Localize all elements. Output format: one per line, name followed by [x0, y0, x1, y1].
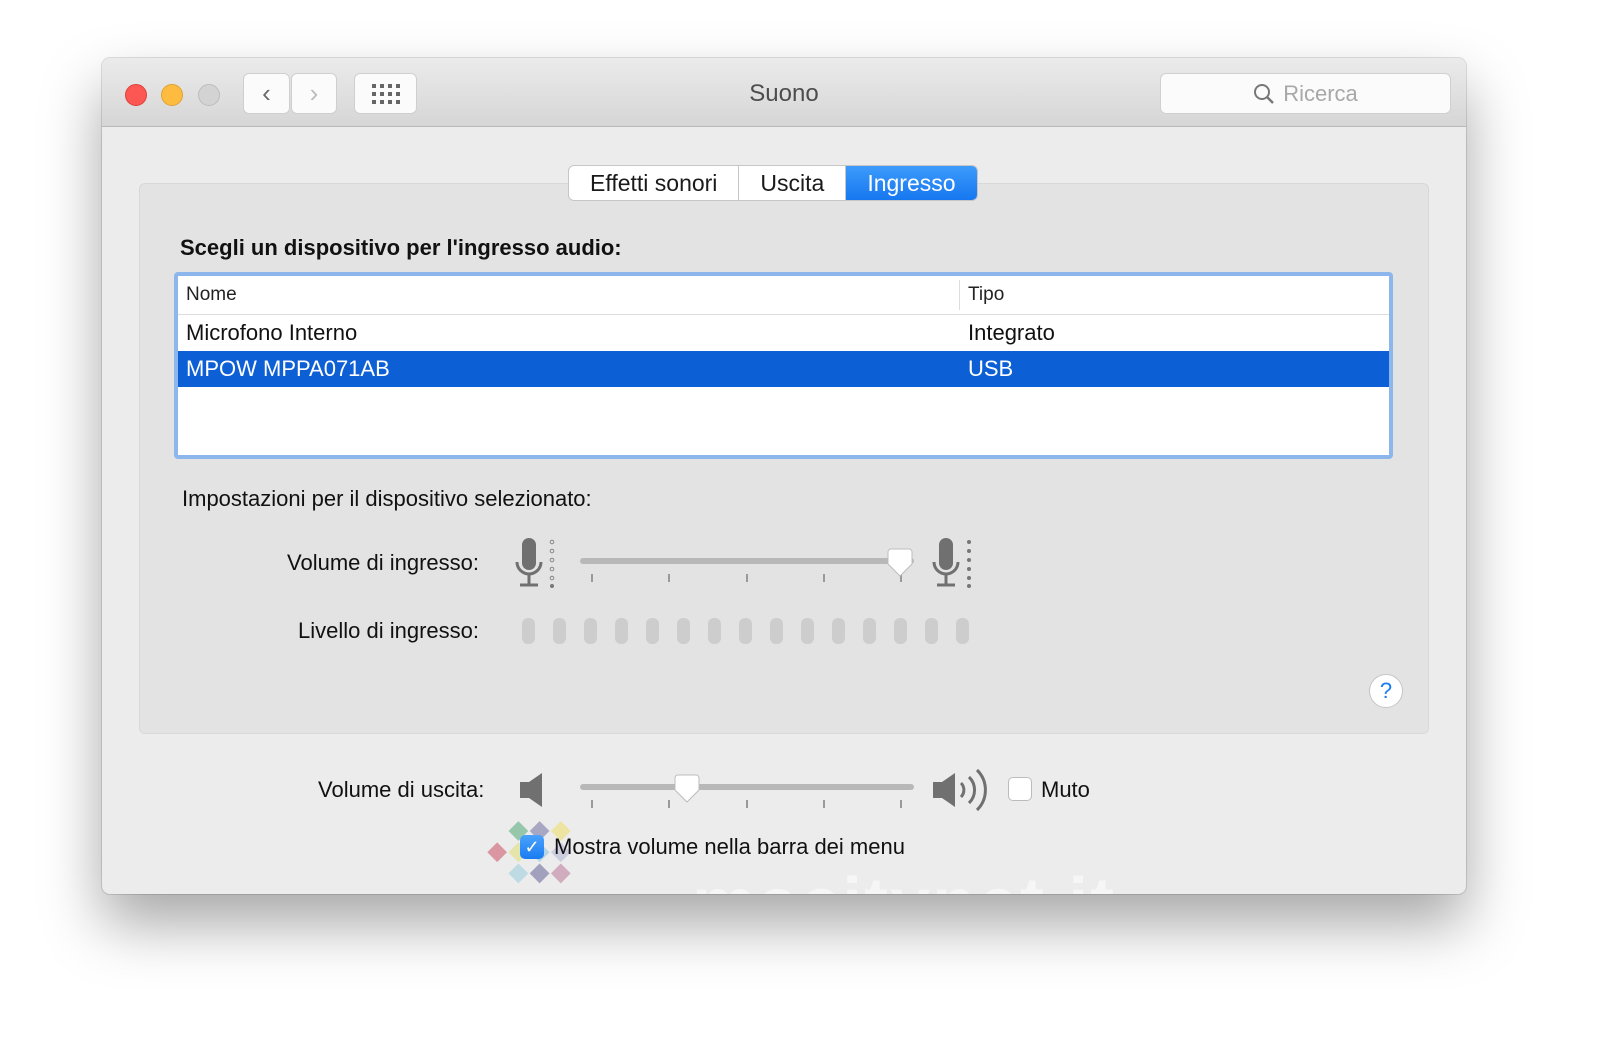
search-placeholder: Ricerca	[1283, 80, 1358, 106]
show-volume-checkbox[interactable]: ✓	[520, 835, 544, 859]
search-icon	[1254, 83, 1275, 104]
level-segment	[615, 618, 628, 644]
slider-tick	[745, 800, 748, 808]
level-segment	[584, 618, 597, 644]
level-segment	[646, 618, 659, 644]
help-button[interactable]: ?	[1369, 674, 1403, 708]
device-type: Integrato	[968, 320, 1055, 345]
mute-checkbox[interactable]	[1008, 777, 1032, 801]
title-bar: ‹ › Suono Ricerca	[102, 58, 1466, 127]
search-field[interactable]: Ricerca	[1160, 73, 1451, 114]
slider-tick	[745, 574, 748, 582]
tab-effetti-sonori[interactable]: Effetti sonori	[569, 166, 740, 200]
column-header-nome[interactable]: Nome	[178, 280, 960, 310]
microphone-low-icon	[515, 538, 555, 588]
level-segment	[801, 618, 814, 644]
watermark-text: macitynet.it	[692, 863, 1116, 894]
table-header: Nome Tipo	[178, 276, 1389, 315]
table-row-selected[interactable]: MPOW MPPA071AB USB	[178, 351, 1389, 387]
slider-tick	[668, 800, 671, 808]
level-segment	[770, 618, 783, 644]
device-heading: Scegli un dispositivo per l'ingresso aud…	[180, 235, 622, 260]
level-segment	[553, 618, 566, 644]
output-volume-label: Volume di uscita:	[318, 777, 485, 802]
speaker-high-icon	[933, 768, 987, 812]
slider-thumb[interactable]	[886, 548, 914, 578]
tab-ingresso[interactable]: Ingresso	[846, 166, 977, 200]
level-segment	[708, 618, 721, 644]
show-volume-label: Mostra volume nella barra dei menu	[554, 834, 905, 859]
level-segment	[925, 618, 938, 644]
slider-tick	[822, 574, 825, 582]
slider-tick	[822, 800, 825, 808]
column-header-tipo[interactable]: Tipo	[960, 284, 1004, 306]
level-segment	[677, 618, 690, 644]
slider-thumb[interactable]	[673, 774, 701, 804]
mute-label: Muto	[1041, 777, 1090, 802]
level-segment	[894, 618, 907, 644]
sound-preferences-window: ‹ › Suono Ricerca Effetti sonori Uscita …	[102, 58, 1466, 894]
device-table[interactable]: Nome Tipo Microfono Interno Integrato MP…	[174, 272, 1393, 459]
level-segment	[832, 618, 845, 644]
settings-heading: Impostazioni per il dispositivo selezion…	[182, 486, 592, 511]
level-segment	[522, 618, 535, 644]
slider-tick	[591, 800, 593, 808]
device-name: Microfono Interno	[186, 320, 358, 345]
level-segment	[863, 618, 876, 644]
slider-tick	[900, 800, 902, 808]
device-name: MPOW MPPA071AB	[186, 356, 390, 381]
slider-tick	[668, 574, 671, 582]
microphone-high-icon	[932, 538, 971, 588]
checkmark-icon: ✓	[524, 836, 540, 857]
input-volume-label: Volume di ingresso:	[287, 550, 479, 575]
tab-bar: Effetti sonori Uscita Ingresso	[568, 165, 978, 201]
input-level-label: Livello di ingresso:	[298, 618, 479, 643]
tab-uscita[interactable]: Uscita	[739, 166, 847, 200]
speaker-low-icon	[520, 773, 542, 807]
slider-tick	[591, 574, 593, 582]
level-segment	[739, 618, 752, 644]
device-type: USB	[968, 356, 1014, 381]
level-segment	[956, 618, 969, 644]
table-row[interactable]: Microfono Interno Integrato	[178, 315, 1389, 351]
